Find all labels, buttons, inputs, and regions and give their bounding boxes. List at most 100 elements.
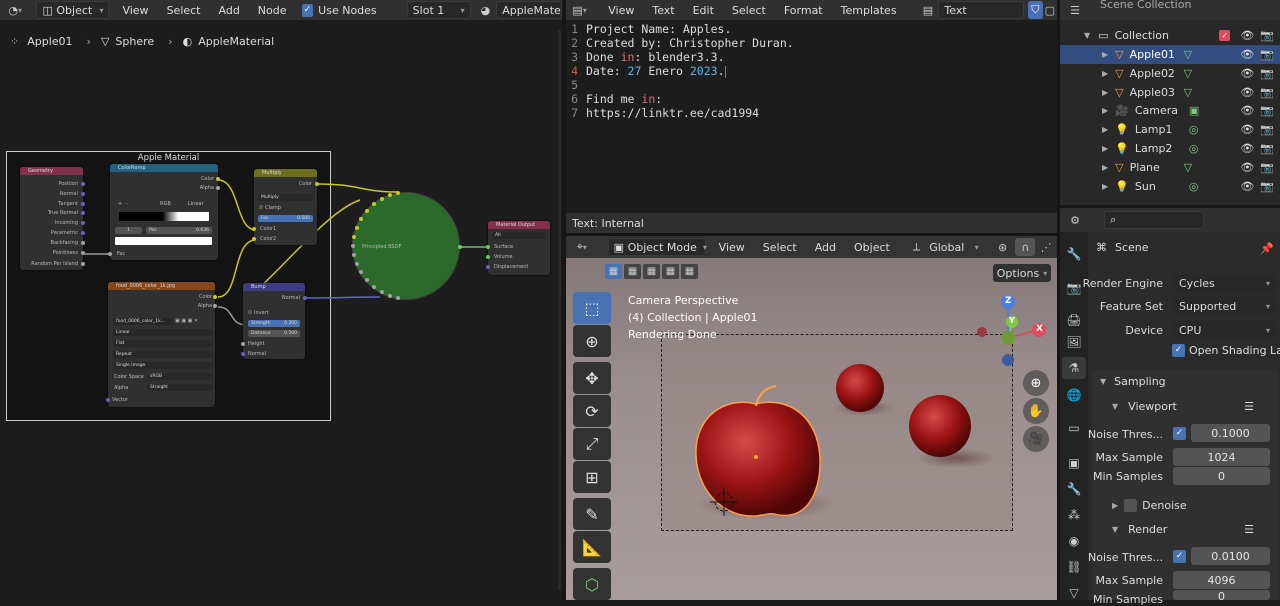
expand-icon[interactable]: ▶ bbox=[1102, 106, 1108, 115]
socket[interactable] bbox=[216, 177, 220, 181]
tool-measure[interactable]: 📐 bbox=[573, 531, 611, 563]
expand-icon[interactable]: ▶ bbox=[1102, 50, 1108, 59]
menu-view[interactable]: View bbox=[599, 4, 643, 17]
colorramp-pos[interactable]: Pos 0.636 bbox=[146, 227, 212, 234]
outliner-collection[interactable]: ▼ ▭ Collection ✓ 👁 📷 bbox=[1060, 26, 1280, 45]
properties-tab[interactable]: ▽ bbox=[1062, 582, 1086, 604]
outliner-item[interactable]: ▶ ▽ Apple01 ▽ 👁 📷 bbox=[1060, 45, 1280, 64]
image-ext-dropdown[interactable]: Repeat bbox=[113, 351, 212, 358]
bump-distance-field[interactable]: Distance 0.500 bbox=[248, 330, 300, 337]
socket[interactable] bbox=[81, 262, 85, 266]
viewport-subpanel-header[interactable]: ▼ Viewport ☰ bbox=[1106, 396, 1276, 416]
socket[interactable] bbox=[81, 211, 85, 215]
outliner-item[interactable]: ▶ 💡 Sun ◎ 👁 📷 bbox=[1060, 177, 1280, 196]
properties-tab[interactable]: 🔧 bbox=[1062, 243, 1086, 265]
render-engine-dropdown[interactable]: Cycles ▾ bbox=[1173, 274, 1276, 292]
node-editor-scrollbar[interactable] bbox=[558, 30, 561, 590]
outliner-item[interactable]: ▶ 💡 Lamp2 ◎ 👁 📷 bbox=[1060, 139, 1280, 158]
vp-min-field[interactable]: 0 bbox=[1173, 467, 1270, 485]
properties-tab[interactable]: ⚗ bbox=[1062, 357, 1086, 379]
socket[interactable] bbox=[252, 227, 256, 231]
socket[interactable] bbox=[81, 231, 85, 235]
socket[interactable] bbox=[486, 245, 490, 249]
menu-view[interactable]: View bbox=[710, 241, 754, 254]
properties-search[interactable]: ⌕ bbox=[1104, 211, 1204, 229]
socket[interactable] bbox=[81, 241, 85, 245]
osl-checkbox[interactable]: ✓ bbox=[1172, 344, 1185, 357]
socket[interactable] bbox=[81, 182, 85, 186]
eye-icon[interactable]: 👁 bbox=[1240, 67, 1254, 80]
socket[interactable] bbox=[241, 342, 245, 346]
orientation-dropdown[interactable]: Global ▾ bbox=[924, 238, 984, 256]
select-extend-icon[interactable]: ▦ bbox=[624, 264, 641, 279]
image-file-buttons[interactable]: ▣ ▣ ▣ ✕ bbox=[175, 318, 198, 324]
eye-icon[interactable]: 👁 bbox=[1240, 180, 1254, 193]
options-button[interactable]: Options ▾ bbox=[993, 264, 1051, 282]
expand-icon[interactable]: ▶ bbox=[1102, 125, 1108, 134]
tool-cursor[interactable]: ⊕ bbox=[573, 325, 611, 357]
socket[interactable] bbox=[216, 186, 220, 190]
checkbox[interactable] bbox=[248, 310, 252, 314]
pin-icon[interactable]: 📌 bbox=[1260, 242, 1274, 255]
image-alpha-dropdown[interactable]: Straight bbox=[147, 384, 212, 391]
camera-render-icon[interactable]: 📷 bbox=[1260, 142, 1274, 155]
socket[interactable] bbox=[486, 265, 490, 269]
expand-icon[interactable]: ▶ bbox=[1102, 182, 1108, 191]
render-subpanel-header[interactable]: ▼ Render ☰ bbox=[1106, 519, 1276, 539]
colorramp-interp[interactable]: Linear bbox=[188, 201, 204, 207]
menu-object[interactable]: Object bbox=[845, 241, 899, 254]
text-name-field[interactable]: Text bbox=[938, 1, 1025, 19]
menu-edit[interactable]: Edit bbox=[684, 4, 723, 17]
camera-render-icon[interactable]: 📷 bbox=[1260, 67, 1274, 80]
eye-icon[interactable]: 👁 bbox=[1240, 123, 1254, 136]
bump-invert[interactable]: Invert bbox=[248, 310, 269, 316]
eye-icon[interactable]: 👁 bbox=[1240, 104, 1254, 117]
tool-transform[interactable]: ⊞ bbox=[573, 461, 611, 493]
menu-templates[interactable]: Templates bbox=[832, 4, 906, 17]
socket[interactable] bbox=[315, 182, 319, 186]
expand-icon[interactable]: ▶ bbox=[1102, 88, 1108, 97]
eye-icon[interactable]: 👁 bbox=[1240, 86, 1254, 99]
image-interp-dropdown[interactable]: Linear bbox=[113, 329, 212, 336]
properties-tab[interactable]: 🌐 bbox=[1062, 384, 1086, 406]
pivot-icon[interactable]: ⊛ bbox=[990, 241, 1016, 254]
output-target-dropdown[interactable]: All bbox=[492, 232, 546, 239]
camera-render-icon[interactable]: 📷 bbox=[1260, 180, 1274, 193]
r-min-field[interactable]: 0 bbox=[1173, 590, 1270, 600]
properties-tab[interactable]: ▣ bbox=[1062, 452, 1086, 474]
colorramp-mode[interactable]: RGB bbox=[160, 201, 171, 207]
outliner-item[interactable]: ▶ ▽ Plane ▽ 👁 📷 bbox=[1060, 158, 1280, 177]
expand-icon[interactable]: ▶ bbox=[1102, 163, 1108, 172]
eye-icon[interactable]: 👁 bbox=[1240, 142, 1254, 155]
eye-icon[interactable]: 👁 bbox=[1240, 48, 1254, 61]
properties-tab[interactable]: 🖨 bbox=[1062, 309, 1086, 331]
vp-noise-checkbox[interactable]: ✓ bbox=[1173, 427, 1186, 440]
select-intersect-icon[interactable]: ▦ bbox=[681, 264, 698, 279]
socket[interactable] bbox=[81, 221, 85, 225]
vp-noise-field[interactable]: 0.1000 bbox=[1191, 424, 1270, 442]
device-dropdown[interactable]: CPU ▾ bbox=[1173, 321, 1276, 339]
new-text-icon[interactable]: ▢ bbox=[1043, 4, 1057, 17]
expand-icon[interactable]: ▶ bbox=[1102, 144, 1108, 153]
vp-max-field[interactable]: 1024 bbox=[1173, 448, 1270, 466]
image-colorspace-dropdown[interactable]: sRGB bbox=[147, 373, 212, 380]
outliner-item[interactable]: ▶ ▽ Apple02 ▽ 👁 📷 bbox=[1060, 64, 1280, 83]
properties-editor-icon[interactable]: ⚙ bbox=[1060, 214, 1090, 227]
expand-icon[interactable]: ▼ bbox=[1084, 31, 1090, 40]
properties-tab[interactable]: ◉ bbox=[1062, 530, 1086, 552]
camera-render-icon[interactable]: 📷 bbox=[1260, 161, 1274, 174]
mode-dropdown[interactable]: ▣ Object Mode ▾ bbox=[607, 238, 707, 256]
camera-render-icon[interactable]: 📷 bbox=[1260, 104, 1274, 117]
fake-user-shield-icon[interactable]: ⛉ bbox=[1028, 1, 1043, 19]
tool-select-box[interactable]: ⬚ bbox=[573, 292, 611, 324]
camera-render-icon[interactable]: 📷 bbox=[1260, 123, 1274, 136]
menu-select[interactable]: Select bbox=[723, 4, 775, 17]
eye-icon[interactable]: 👁 bbox=[1240, 29, 1254, 42]
colorramp-index[interactable]: 1 bbox=[115, 227, 142, 234]
tool-rotate[interactable]: ⟳ bbox=[573, 395, 611, 427]
list-menu-icon[interactable]: ☰ bbox=[1244, 523, 1254, 536]
menu-format[interactable]: Format bbox=[775, 4, 832, 17]
socket[interactable] bbox=[213, 304, 217, 308]
menu-add[interactable]: Add bbox=[806, 241, 845, 254]
socket[interactable] bbox=[303, 296, 307, 300]
